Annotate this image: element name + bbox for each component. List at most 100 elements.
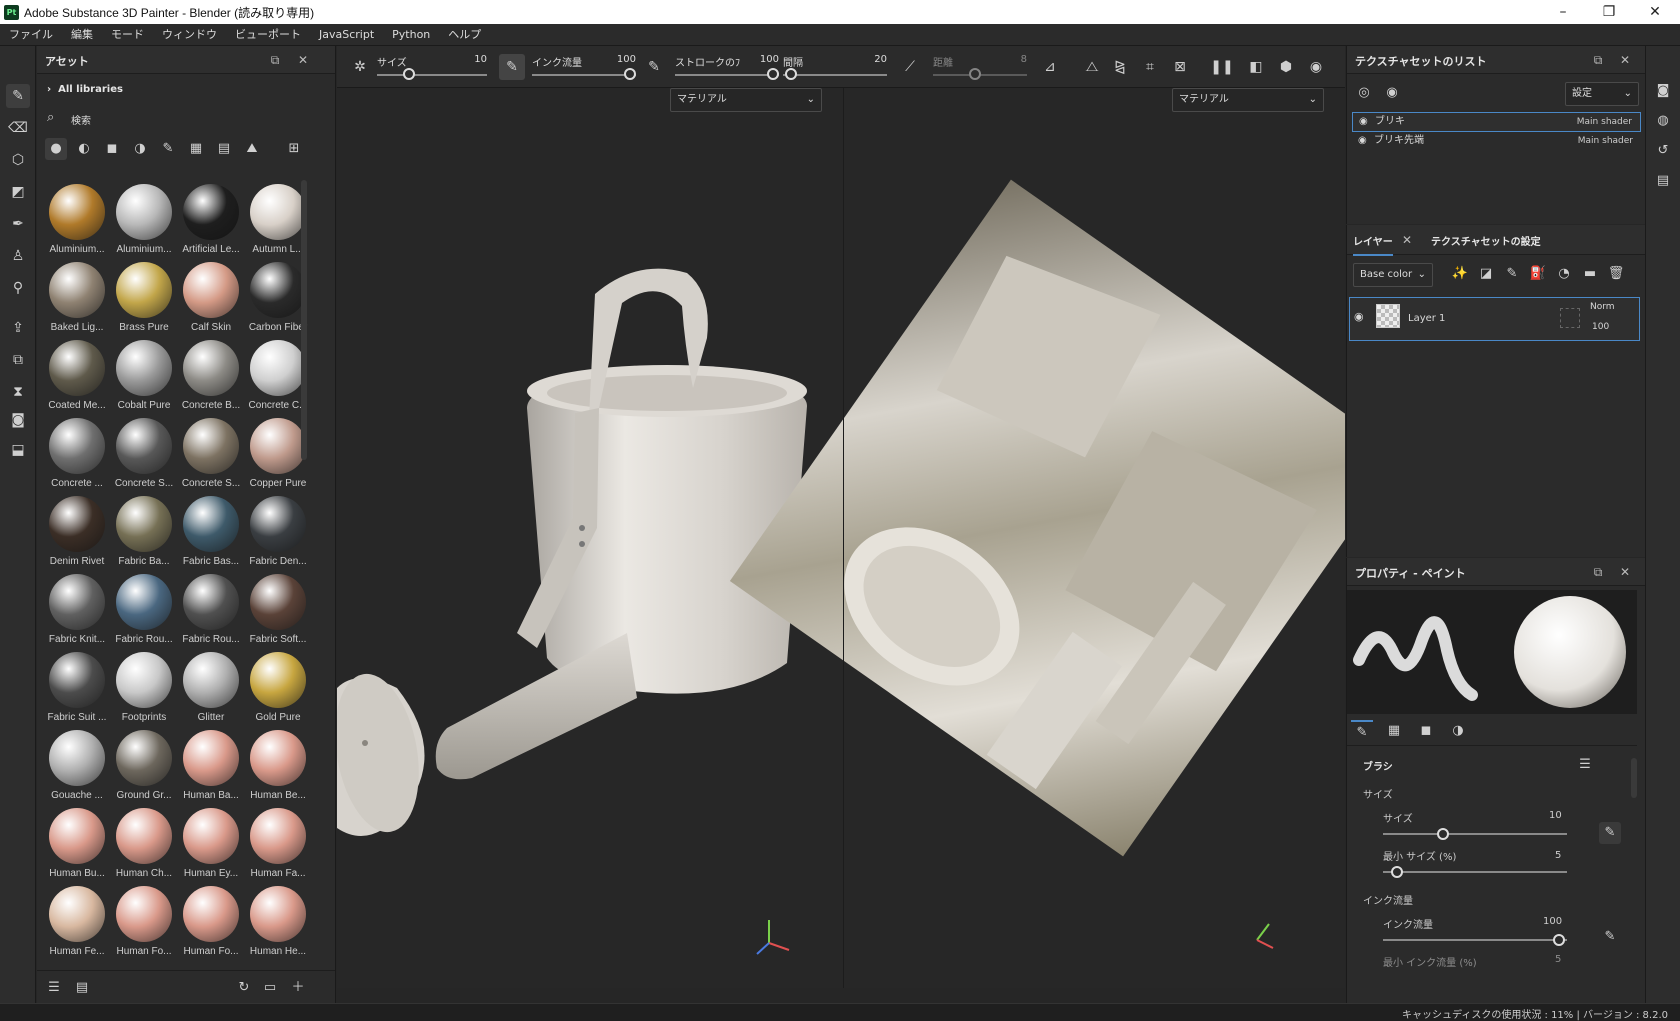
library-breadcrumb[interactable]: › All libraries (47, 84, 123, 95)
menu-file[interactable]: ファイル (0, 24, 62, 46)
asset-item[interactable]: Concrete S... (177, 416, 245, 494)
menu-javascript[interactable]: JavaScript (310, 24, 383, 46)
min-size-knob[interactable] (1391, 866, 1403, 878)
view-cube-icon[interactable]: ⬢ (1273, 54, 1299, 80)
menu-python[interactable]: Python (383, 24, 439, 46)
undock-icon[interactable]: ⧉ (1590, 564, 1606, 580)
uv-icon[interactable]: ⬓ (6, 438, 30, 462)
eye-icon[interactable]: ◉ (1359, 113, 1368, 131)
texture-set-row[interactable]: ◉ ブリキ先端 Main shader (1352, 132, 1641, 152)
stroke-opacity-slider[interactable]: ストロークのﾌ 100 (675, 54, 779, 82)
menu-mode[interactable]: モード (102, 24, 153, 46)
layer-opacity[interactable]: 100 (1592, 322, 1609, 332)
distance-slider[interactable]: 距離 8 (933, 54, 1027, 82)
material-filter-icon[interactable]: ● (45, 138, 67, 160)
texture-filter-icon[interactable]: ▤ (213, 138, 235, 160)
smart-material-icon[interactable]: ◐ (73, 138, 95, 160)
asset-item[interactable]: Human Bu... (43, 806, 111, 884)
hide-eye-icon[interactable]: ◎ (1353, 82, 1375, 104)
flow-pressure-icon[interactable]: ✎ (1599, 926, 1621, 948)
asset-item[interactable]: Concrete S... (110, 416, 178, 494)
display-settings-icon[interactable]: ◙ (1652, 80, 1674, 102)
channel-dropdown[interactable]: Base color ⌄ (1353, 263, 1433, 287)
pen-pressure-icon[interactable]: ✎ (499, 54, 525, 80)
size-knob[interactable] (403, 68, 415, 80)
asset-item[interactable]: Human Fa... (244, 806, 312, 884)
uv-tile-icon[interactable]: ⊠ (1167, 54, 1193, 80)
paint-brush-icon[interactable]: ✎ (6, 84, 30, 108)
properties-scrollbar[interactable] (1631, 758, 1637, 798)
layer-name[interactable]: Layer 1 (1408, 313, 1445, 324)
material-tab-icon[interactable]: ◑ (1447, 720, 1469, 742)
asset-item[interactable]: Gouache ... (43, 728, 111, 806)
minimize-button[interactable]: – (1540, 0, 1586, 24)
camera-view-icon[interactable]: ◉ (1303, 54, 1329, 80)
camera-icon[interactable]: ◙ (6, 408, 30, 432)
size-pressure-icon[interactable]: ✎ (1599, 822, 1621, 844)
right-view-material-dropdown[interactable]: マテリアル ⌄ (1172, 88, 1324, 112)
layer-row[interactable]: ◉ Layer 1 Norm 100 (1349, 297, 1640, 341)
search-bar[interactable]: ⌕ 検索 (45, 108, 315, 130)
history-icon[interactable]: ↺ (1652, 140, 1674, 162)
asset-item[interactable]: Fabric Bas... (177, 494, 245, 572)
fx-icon[interactable]: ✨ (1449, 263, 1471, 285)
asset-item[interactable]: Fabric Soft... (244, 572, 312, 650)
add-icon[interactable]: ＋ (287, 977, 309, 999)
stencil-tab-icon[interactable]: ◼ (1415, 720, 1437, 742)
asset-item[interactable]: Aluminium... (43, 182, 111, 260)
asset-item[interactable]: Human Fe... (43, 884, 111, 962)
polygon-fill-icon[interactable]: ◩ (6, 180, 30, 204)
asset-item[interactable]: Human Be... (244, 728, 312, 806)
menu-icon[interactable]: ☰ (1574, 754, 1596, 776)
list-view-icon[interactable]: ☰ (43, 977, 65, 999)
asset-item[interactable]: Human Fo... (177, 884, 245, 962)
hourglass-icon[interactable]: ⧗ (6, 380, 30, 404)
asset-item[interactable]: Calf Skin (177, 260, 245, 338)
mask-add-icon[interactable]: ◪ (1475, 263, 1497, 285)
geometry-icon[interactable]: ⧉ (6, 348, 30, 372)
log-icon[interactable]: ▤ (1652, 170, 1674, 192)
asset-item[interactable]: Human Ey... (177, 806, 245, 884)
blend-mode[interactable]: Norm (1590, 302, 1615, 312)
flow-pressure-icon[interactable]: ✎ (641, 54, 667, 80)
projection-icon[interactable]: ⬡ (6, 148, 30, 172)
close-button[interactable]: ✕ (1632, 0, 1678, 24)
asset-item[interactable]: Fabric Ba... (110, 494, 178, 572)
color-picker-icon[interactable]: ⚲ (6, 276, 30, 300)
asset-item[interactable]: Baked Lig... (43, 260, 111, 338)
close-icon[interactable]: ✕ (1617, 564, 1633, 580)
menu-edit[interactable]: 編集 (62, 24, 102, 46)
viewport-divider[interactable] (843, 88, 844, 988)
asset-item[interactable]: Footprints (110, 650, 178, 728)
bake-icon[interactable]: ⇪ (6, 316, 30, 340)
brush-tab-icon[interactable]: ✎ (1351, 720, 1373, 742)
menu-help[interactable]: ヘルプ (439, 24, 490, 46)
brush-filter-icon[interactable]: ✎ (157, 138, 179, 160)
restore-button[interactable]: ❐ (1586, 0, 1632, 24)
flow-knob[interactable] (624, 68, 636, 80)
close-icon[interactable]: ✕ (295, 52, 311, 68)
distance-knob[interactable] (969, 68, 981, 80)
asset-item[interactable]: Denim Rivet (43, 494, 111, 572)
shader-settings-icon[interactable]: ◍ (1652, 110, 1674, 132)
tab-layers[interactable]: レイヤー (1353, 233, 1393, 256)
undock-icon[interactable]: ⧉ (267, 52, 283, 68)
crop-icon[interactable]: ⌗ (1137, 54, 1163, 80)
search-input[interactable]: 検索 (71, 112, 91, 127)
asset-item[interactable]: Concrete ... (43, 416, 111, 494)
detail-view-icon[interactable]: ▤ (71, 977, 93, 999)
asset-item[interactable]: Human Ba... (177, 728, 245, 806)
tab-texture-set-settings[interactable]: テクスチャセットの設定 (1431, 233, 1541, 248)
asset-item[interactable]: Human Fo... (110, 884, 178, 962)
flow-slider[interactable]: インク流量 100 (532, 54, 636, 82)
angle-icon[interactable]: ⊿ (1037, 54, 1063, 80)
add-fill-layer-icon[interactable]: ⛽ (1527, 263, 1549, 285)
min-size-slider[interactable] (1383, 866, 1567, 878)
viewport-3d[interactable]: マテリアル ⌄ マテリアル ⌄ (335, 88, 1405, 988)
refresh-icon[interactable]: ↻ (233, 977, 255, 999)
menu-window[interactable]: ウィンドウ (153, 24, 226, 46)
lazy-mouse-icon[interactable]: ⟋ (897, 54, 923, 80)
flow-slider[interactable] (1383, 934, 1567, 946)
folder-icon[interactable]: ▭ (259, 977, 281, 999)
stroke-knob[interactable] (767, 68, 779, 80)
